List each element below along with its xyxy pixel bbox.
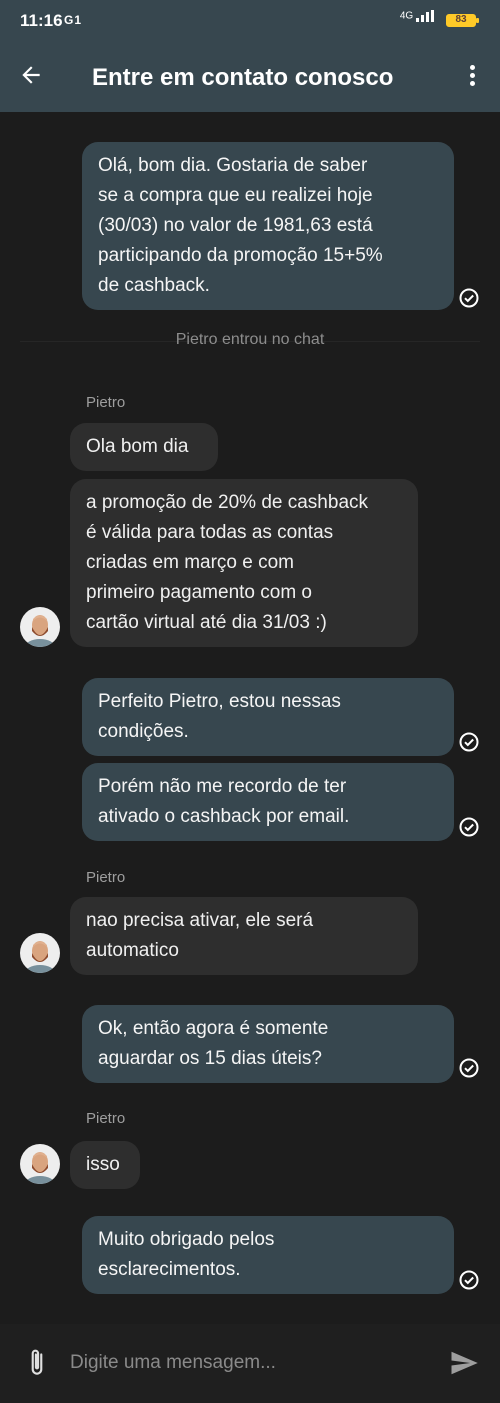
sender-name: Pietro <box>86 1110 126 1127</box>
delivered-check-icon <box>459 288 479 308</box>
more-vert-icon <box>469 65 475 70</box>
outgoing-message: Porém não me recordo de ter ativado o ca… <box>82 763 454 841</box>
message-composer <box>0 1324 500 1403</box>
more-options-button[interactable] <box>462 62 482 92</box>
paperclip-icon <box>31 1349 43 1375</box>
status-indicators: G1 <box>64 13 83 27</box>
outgoing-message: Muito obrigado pelos esclarecimentos. <box>82 1216 454 1294</box>
status-time: 11:16 <box>20 11 63 30</box>
incoming-message: a promoção de 20% de cashback é válida p… <box>70 479 418 647</box>
outgoing-message: Ok, então agora é somente aguardar os 15… <box>82 1005 454 1083</box>
chat-thread[interactable]: Olá, bom dia. Gostaria de saber se a com… <box>0 112 500 1324</box>
system-message: Pietro entrou no chat <box>175 331 325 348</box>
back-button[interactable] <box>18 62 54 92</box>
outgoing-message: Perfeito Pietro, estou nessas condições. <box>82 678 454 756</box>
delivered-check-icon <box>459 732 479 752</box>
incoming-message: nao precisa ativar, ele será automatico <box>70 897 418 975</box>
message-input[interactable] <box>70 1346 420 1380</box>
incoming-message: isso <box>70 1141 140 1189</box>
sender-name: Pietro <box>86 869 126 886</box>
app-bar: Entre em contato conosco <box>0 42 500 112</box>
signal-icon: 4G <box>400 10 434 22</box>
send-button[interactable] <box>448 1348 480 1378</box>
status-bar: 11:16 G1 4G 83 <box>0 0 500 42</box>
delivered-check-icon <box>459 1270 479 1290</box>
battery-level: 83 <box>455 14 467 25</box>
attach-button[interactable] <box>24 1347 50 1379</box>
sender-name: Pietro <box>86 394 126 411</box>
agent-avatar <box>20 1144 60 1184</box>
arrow-back-icon <box>22 66 40 84</box>
delivered-check-icon <box>459 1058 479 1078</box>
battery-icon: 83 <box>446 14 479 27</box>
send-icon <box>451 1351 478 1375</box>
agent-avatar <box>20 933 60 973</box>
incoming-message: Ola bom dia <box>70 423 218 471</box>
outgoing-message: Olá, bom dia. Gostaria de saber se a com… <box>82 142 454 310</box>
network-type: 4G <box>399 10 414 22</box>
page-title: Entre em contato conosco <box>92 64 394 91</box>
delivered-check-icon <box>459 817 479 837</box>
agent-avatar <box>20 607 60 647</box>
